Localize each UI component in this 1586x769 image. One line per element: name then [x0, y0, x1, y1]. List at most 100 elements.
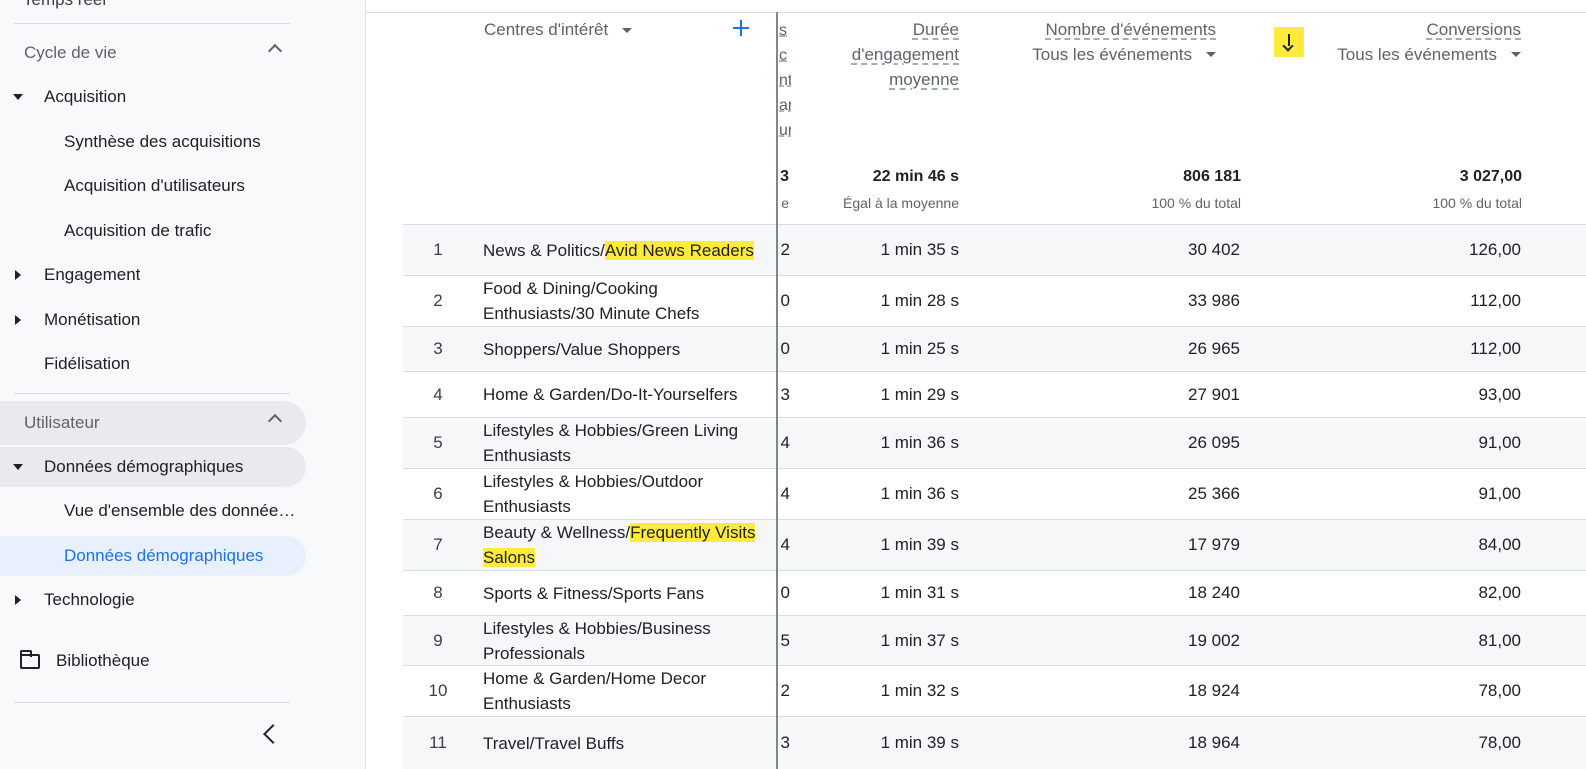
interest-category: Lifestyles & Hobbies/Business Profession…	[483, 618, 711, 663]
total-subtext: Égal à la moyenne	[843, 195, 959, 211]
row-interest-name: Beauty & Wellness/Frequently Visits Salo…	[483, 520, 773, 570]
sidebar-item-label: Acquisition d'utilisateurs	[64, 176, 245, 195]
row-index: 9	[433, 630, 443, 650]
caret-down-icon	[1511, 52, 1521, 57]
total-engagement: 22 min 46 s Égal à la moyenne	[806, 168, 959, 211]
row-conversions: 112,00	[1470, 291, 1521, 310]
dimension-header-label: Centres d'intérêt	[484, 20, 609, 39]
row-interest-name: Sports & Fitness/Sports Fans	[483, 571, 773, 615]
table-row[interactable]: 8 Sports & Fitness/Sports Fans 0 1 min 31 s…	[403, 570, 1586, 615]
divider	[14, 23, 290, 24]
row-index: 2	[433, 291, 443, 310]
table-row[interactable]: 2 Food & Dining/Cooking Enthusiasts/30 Mi…	[403, 275, 1586, 326]
engagement-column-header[interactable]: Durée d'engagement moyenne	[806, 17, 959, 92]
dimension-dropdown[interactable]: Centres d'intérêt	[484, 20, 633, 40]
section-lifecycle[interactable]: Cycle de vie	[0, 31, 306, 75]
interest-category: Shoppers/Value Shoppers	[483, 339, 681, 359]
sidebar-item-technology[interactable]: Technologie	[0, 580, 306, 620]
sidebar-item-label: Acquisition de trafic	[64, 221, 212, 240]
row-conversions: 91,00	[1478, 433, 1521, 452]
section-user[interactable]: Utilisateur	[0, 401, 306, 445]
conversions-filter-dropdown[interactable]: Tous les événements	[1276, 42, 1521, 67]
row-event-count: 33 986	[1188, 291, 1240, 310]
table-row[interactable]: 6 Lifestyles & Hobbies/Outdoor Enthusiast…	[403, 468, 1586, 519]
header-line: moyenne	[889, 70, 959, 89]
sidebar-item-acquisition-overview[interactable]: Synthèse des acquisitions	[0, 122, 306, 162]
header-line: Durée	[912, 20, 959, 39]
row-event-count: 18 924	[1188, 681, 1240, 700]
row-engagement-time: 1 min 29 s	[880, 384, 959, 404]
interest-label: Lifestyles & Hobbies/Business Profession…	[483, 616, 773, 666]
cut-header-line: nt	[779, 72, 791, 89]
sidebar-item-demographics[interactable]: Données démographiques	[0, 447, 306, 487]
total-value: 3	[780, 168, 789, 185]
row-index: 8	[433, 583, 443, 602]
sidebar-item-library[interactable]: Bibliothèque	[0, 641, 306, 681]
row-index: 11	[429, 733, 447, 752]
row-index: 10	[428, 681, 448, 700]
sidebar-item-monetization[interactable]: Monétisation	[0, 300, 306, 340]
total-subtext: 100 % du total	[1151, 195, 1241, 211]
table-row[interactable]: 7 Beauty & Wellness/Frequently Visits Sal…	[403, 519, 1586, 570]
table-row[interactable]: 9 Lifestyles & Hobbies/Business Professio…	[403, 615, 1586, 665]
interest-category: Food & Dining/Cooking Enthusiasts/30 Min…	[483, 279, 700, 323]
sidebar-item-engagement[interactable]: Engagement	[0, 255, 306, 295]
interest-category: News & Politics/	[483, 240, 605, 260]
row-conversions: 82,00	[1478, 583, 1521, 602]
sidebar-item-label: Technologie	[44, 590, 135, 609]
row-conversions: 91,00	[1478, 484, 1521, 503]
sidebar-item-user-acquisition[interactable]: Acquisition d'utilisateurs	[0, 166, 306, 206]
conversions-column-header[interactable]: Conversions Tous les événements	[1276, 17, 1521, 67]
table-row[interactable]: 10 Home & Garden/Home Decor Enthusiasts 2 1…	[403, 665, 1586, 716]
total-value: 806 181	[1183, 168, 1241, 185]
row-cut-value: 4	[780, 535, 790, 554]
sidebar-item-label: Acquisition	[44, 87, 127, 106]
chevron-left-icon[interactable]	[263, 724, 283, 744]
sidebar-item-retention[interactable]: Fidélisation	[0, 344, 306, 384]
row-engagement-time: 1 min 39 s	[880, 535, 959, 554]
sidebar-item-label: Monétisation	[44, 310, 141, 329]
interest-label: Home & Garden/Home Decor Enthusiasts	[483, 666, 773, 716]
events-filter-dropdown[interactable]: Tous les événements	[996, 42, 1216, 67]
row-conversions: 112,00	[1470, 339, 1521, 358]
folder-icon	[20, 650, 40, 669]
sidebar-item-label: Vue d'ensemble des données démographique…	[64, 501, 300, 520]
interest-label: Lifestyles & Hobbies/Outdoor Enthusiasts	[483, 469, 773, 519]
row-index: 6	[433, 484, 443, 503]
cut-header-line: c	[779, 47, 787, 64]
sidebar-item-demographics-overview[interactable]: Vue d'ensemble des données démographique…	[0, 491, 306, 531]
cut-header-line: ur	[779, 122, 791, 139]
table-row[interactable]: 5 Lifestyles & Hobbies/Green Living Enthu…	[403, 417, 1586, 468]
interest-category: Home & Garden/Home Decor Enthusiasts	[483, 669, 706, 713]
table-row[interactable]: 1 News & Politics/Avid News Readers 2 1 min…	[403, 224, 1586, 275]
row-index: 5	[433, 433, 443, 452]
row-engagement-time: 1 min 36 s	[880, 484, 959, 503]
sidebar-item-realtime[interactable]: Temps réel	[23, 0, 106, 10]
table-row[interactable]: 11 Travel/Travel Buffs 3 1 min 39 s 18 964 78…	[403, 716, 1586, 769]
sidebar-item-demographics-details[interactable]: Données démographiques	[0, 536, 306, 576]
chevron-up-icon	[267, 43, 283, 59]
row-engagement-time: 1 min 39 s	[880, 733, 959, 752]
sidebar-item-acquisition[interactable]: Acquisition	[0, 77, 306, 117]
events-header-label: Nombre d'événements	[1045, 20, 1217, 39]
sidebar-item-traffic-acquisition[interactable]: Acquisition de trafic	[0, 211, 306, 251]
table-row[interactable]: 3 Shoppers/Value Shoppers 0 1 min 25 s 26 96…	[403, 326, 1586, 371]
interest-label: Travel/Travel Buffs	[483, 731, 624, 756]
row-conversions: 93,00	[1478, 384, 1521, 404]
table-row[interactable]: 4 Home & Garden/Do-It-Yourselfers 3 1 min 2…	[403, 371, 1586, 417]
total-value: 22 min 46 s	[872, 168, 959, 185]
interest-label: News & Politics/Avid News Readers	[483, 238, 754, 263]
caret-right-icon	[15, 315, 21, 325]
row-interest-name: Lifestyles & Hobbies/Green Living Enthus…	[483, 418, 773, 468]
row-event-count: 18 964	[1188, 733, 1240, 752]
sidebar-item-label: Synthèse des acquisitions	[64, 132, 261, 151]
row-index: 7	[433, 535, 443, 554]
interest-label: Sports & Fitness/Sports Fans	[483, 581, 704, 606]
events-column-header[interactable]: Nombre d'événements Tous les événements	[996, 17, 1216, 67]
row-engagement-time: 1 min 37 s	[880, 630, 959, 650]
row-event-count: 30 402	[1188, 240, 1240, 259]
row-interest-name: Lifestyles & Hobbies/Outdoor Enthusiasts	[483, 469, 773, 519]
interest-label: Home & Garden/Do-It-Yourselfers	[483, 382, 737, 407]
divider	[366, 12, 1586, 13]
add-dimension-icon[interactable]	[733, 20, 749, 36]
